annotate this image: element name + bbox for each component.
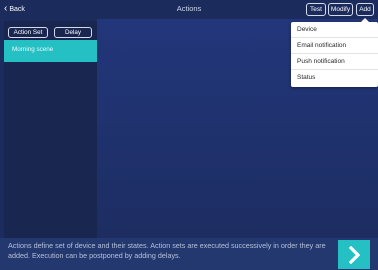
sidebar: Action Set Delay Morning scene bbox=[4, 21, 97, 238]
menu-item-email-notification[interactable]: Email notification bbox=[291, 38, 378, 54]
sidebar-item-morning-scene[interactable]: Morning scene bbox=[4, 40, 97, 62]
add-menu: Device Email notification Push notificat… bbox=[291, 18, 378, 87]
footer-description: Actions define set of device and their s… bbox=[8, 241, 326, 260]
test-button[interactable]: Test bbox=[306, 3, 326, 16]
delay-button[interactable]: Delay bbox=[54, 27, 92, 38]
menu-item-device[interactable]: Device bbox=[291, 22, 378, 38]
action-set-button[interactable]: Action Set bbox=[8, 27, 48, 38]
modify-button[interactable]: Modify bbox=[328, 3, 353, 16]
top-bar: ‹ Back Actions Test Modify Add bbox=[0, 0, 378, 19]
chevron-right-icon bbox=[348, 245, 361, 264]
menu-item-push-notification[interactable]: Push notification bbox=[291, 54, 378, 70]
footer: Actions define set of device and their s… bbox=[0, 238, 378, 270]
next-button[interactable] bbox=[338, 240, 370, 269]
menu-item-status[interactable]: Status bbox=[291, 70, 378, 86]
add-button[interactable]: Add bbox=[356, 3, 374, 16]
